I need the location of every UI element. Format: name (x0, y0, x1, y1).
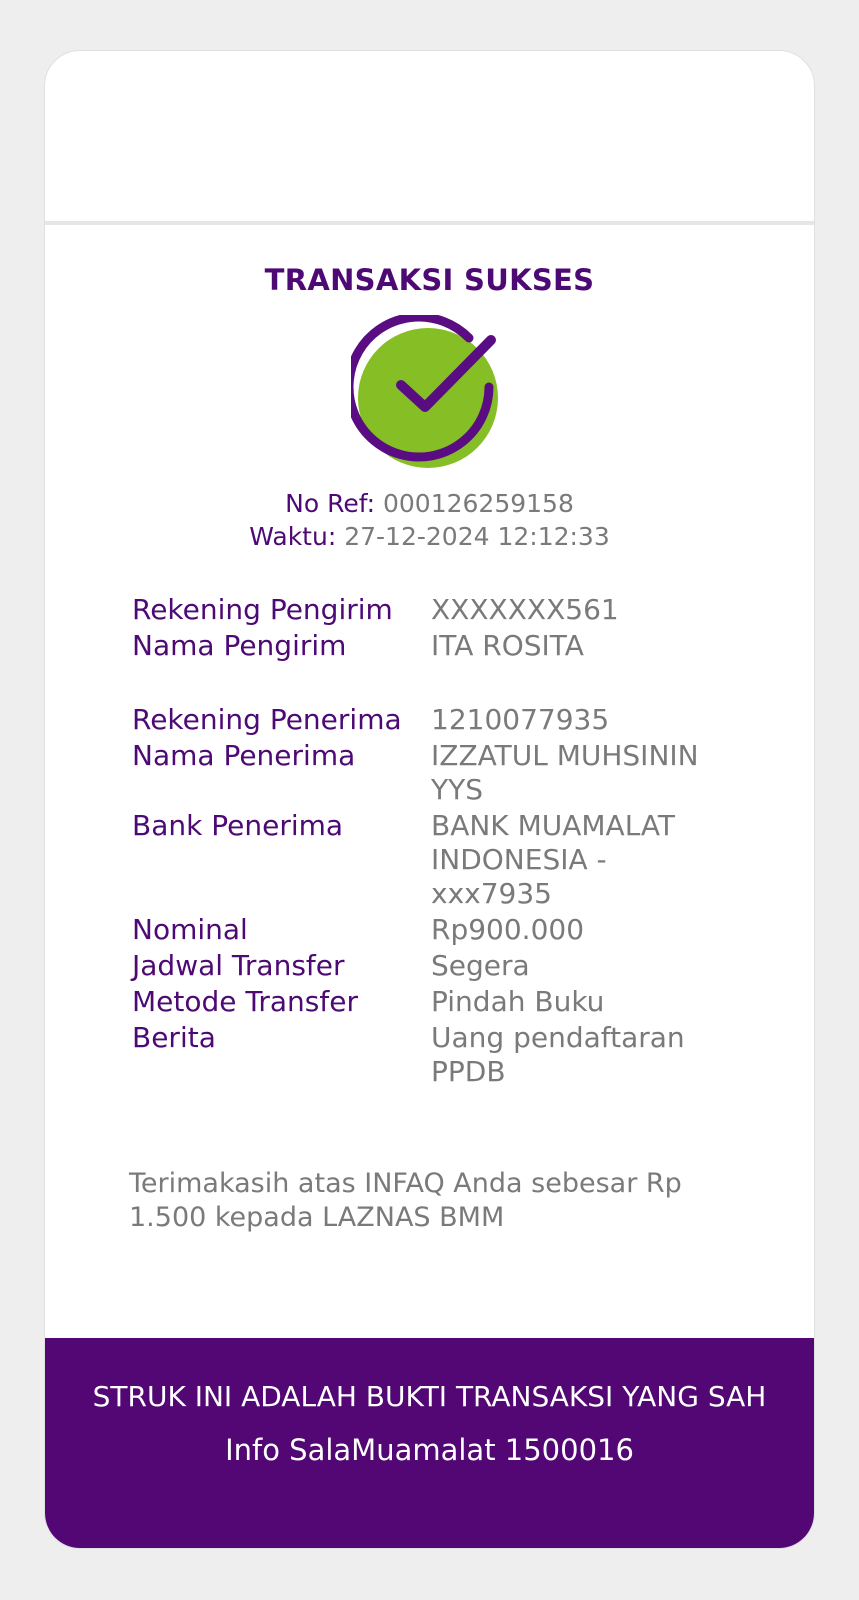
ref-value: 000126259158 (382, 489, 574, 518)
detail-value: XXXXXXX561 (431, 593, 619, 626)
detail-row-recipient-account: Rekening Penerima 1210077935 (132, 703, 732, 737)
detail-row-sender-account: Rekening Pengirim XXXXXXX561 (132, 593, 732, 627)
detail-value: Rp900.000 (431, 913, 585, 946)
detail-row-schedule: Jadwal Transfer Segera (132, 949, 732, 983)
status-title: TRANSAKSI SUKSES (264, 263, 595, 297)
transaction-details: Rekening Pengirim XXXXXXX561 Nama Pengir… (132, 593, 732, 1091)
valid-transaction-notice: STRUK INI ADALAH BUKTI TRANSAKSI YANG SA… (92, 1380, 767, 1413)
detail-value: Uang pendaftaran PPDB (431, 1021, 685, 1088)
detail-label: Nama Pengirim (132, 629, 347, 662)
detail-label: Rekening Pengirim (132, 593, 393, 626)
detail-value: 1210077935 (431, 703, 610, 736)
detail-row-note: Berita Uang pendaftaran PPDB (132, 1021, 732, 1089)
detail-row-sender-name: Nama Pengirim ITA ROSITA (132, 629, 732, 663)
receipt-footer: STRUK INI ADALAH BUKTI TRANSAKSI YANG SA… (45, 1338, 814, 1548)
detail-label: Berita (132, 1021, 216, 1054)
detail-label: Metode Transfer (132, 985, 358, 1018)
receipt-header-area (45, 51, 814, 225)
detail-row-amount: Nominal Rp900.000 (132, 913, 732, 947)
time-label: Waktu: (249, 522, 337, 551)
detail-value: Segera (431, 949, 530, 982)
detail-value: ITA ROSITA (431, 629, 584, 662)
detail-label: Nominal (132, 913, 248, 946)
success-check-icon (344, 312, 509, 473)
contact-info: Info SalaMuamalat 1500016 (225, 1433, 634, 1467)
ref-line: No Ref: 000126259158 (45, 487, 814, 520)
detail-label: Bank Penerima (132, 809, 344, 842)
infaq-thanks-text: Terimakasih atas INFAQ Anda sebesar Rp 1… (129, 1168, 682, 1233)
detail-row-recipient-bank: Bank Penerima BANK MUAMALAT INDONESIA - … (132, 809, 732, 911)
detail-row-recipient-name: Nama Penerima IZZATUL MUHSININ YYS (132, 739, 732, 807)
detail-label: Rekening Penerima (132, 703, 402, 736)
detail-value: BANK MUAMALAT INDONESIA - xxx7935 (431, 809, 676, 910)
time-value: 27-12-2024 12:12:33 (344, 522, 610, 551)
time-line: Waktu: 27-12-2024 12:12:33 (45, 520, 814, 553)
detail-row-method: Metode Transfer Pindah Buku (132, 985, 732, 1019)
detail-label: Jadwal Transfer (132, 949, 345, 982)
detail-value: Pindah Buku (431, 985, 605, 1018)
ref-label: No Ref: (285, 489, 376, 518)
reference-info: No Ref: 000126259158 Waktu: 27-12-2024 1… (45, 487, 814, 553)
receipt-card: TRANSAKSI SUKSES No Ref: 000126259158 Wa… (44, 50, 815, 1549)
detail-label: Nama Penerima (132, 739, 356, 772)
detail-value: IZZATUL MUHSININ YYS (431, 739, 699, 806)
